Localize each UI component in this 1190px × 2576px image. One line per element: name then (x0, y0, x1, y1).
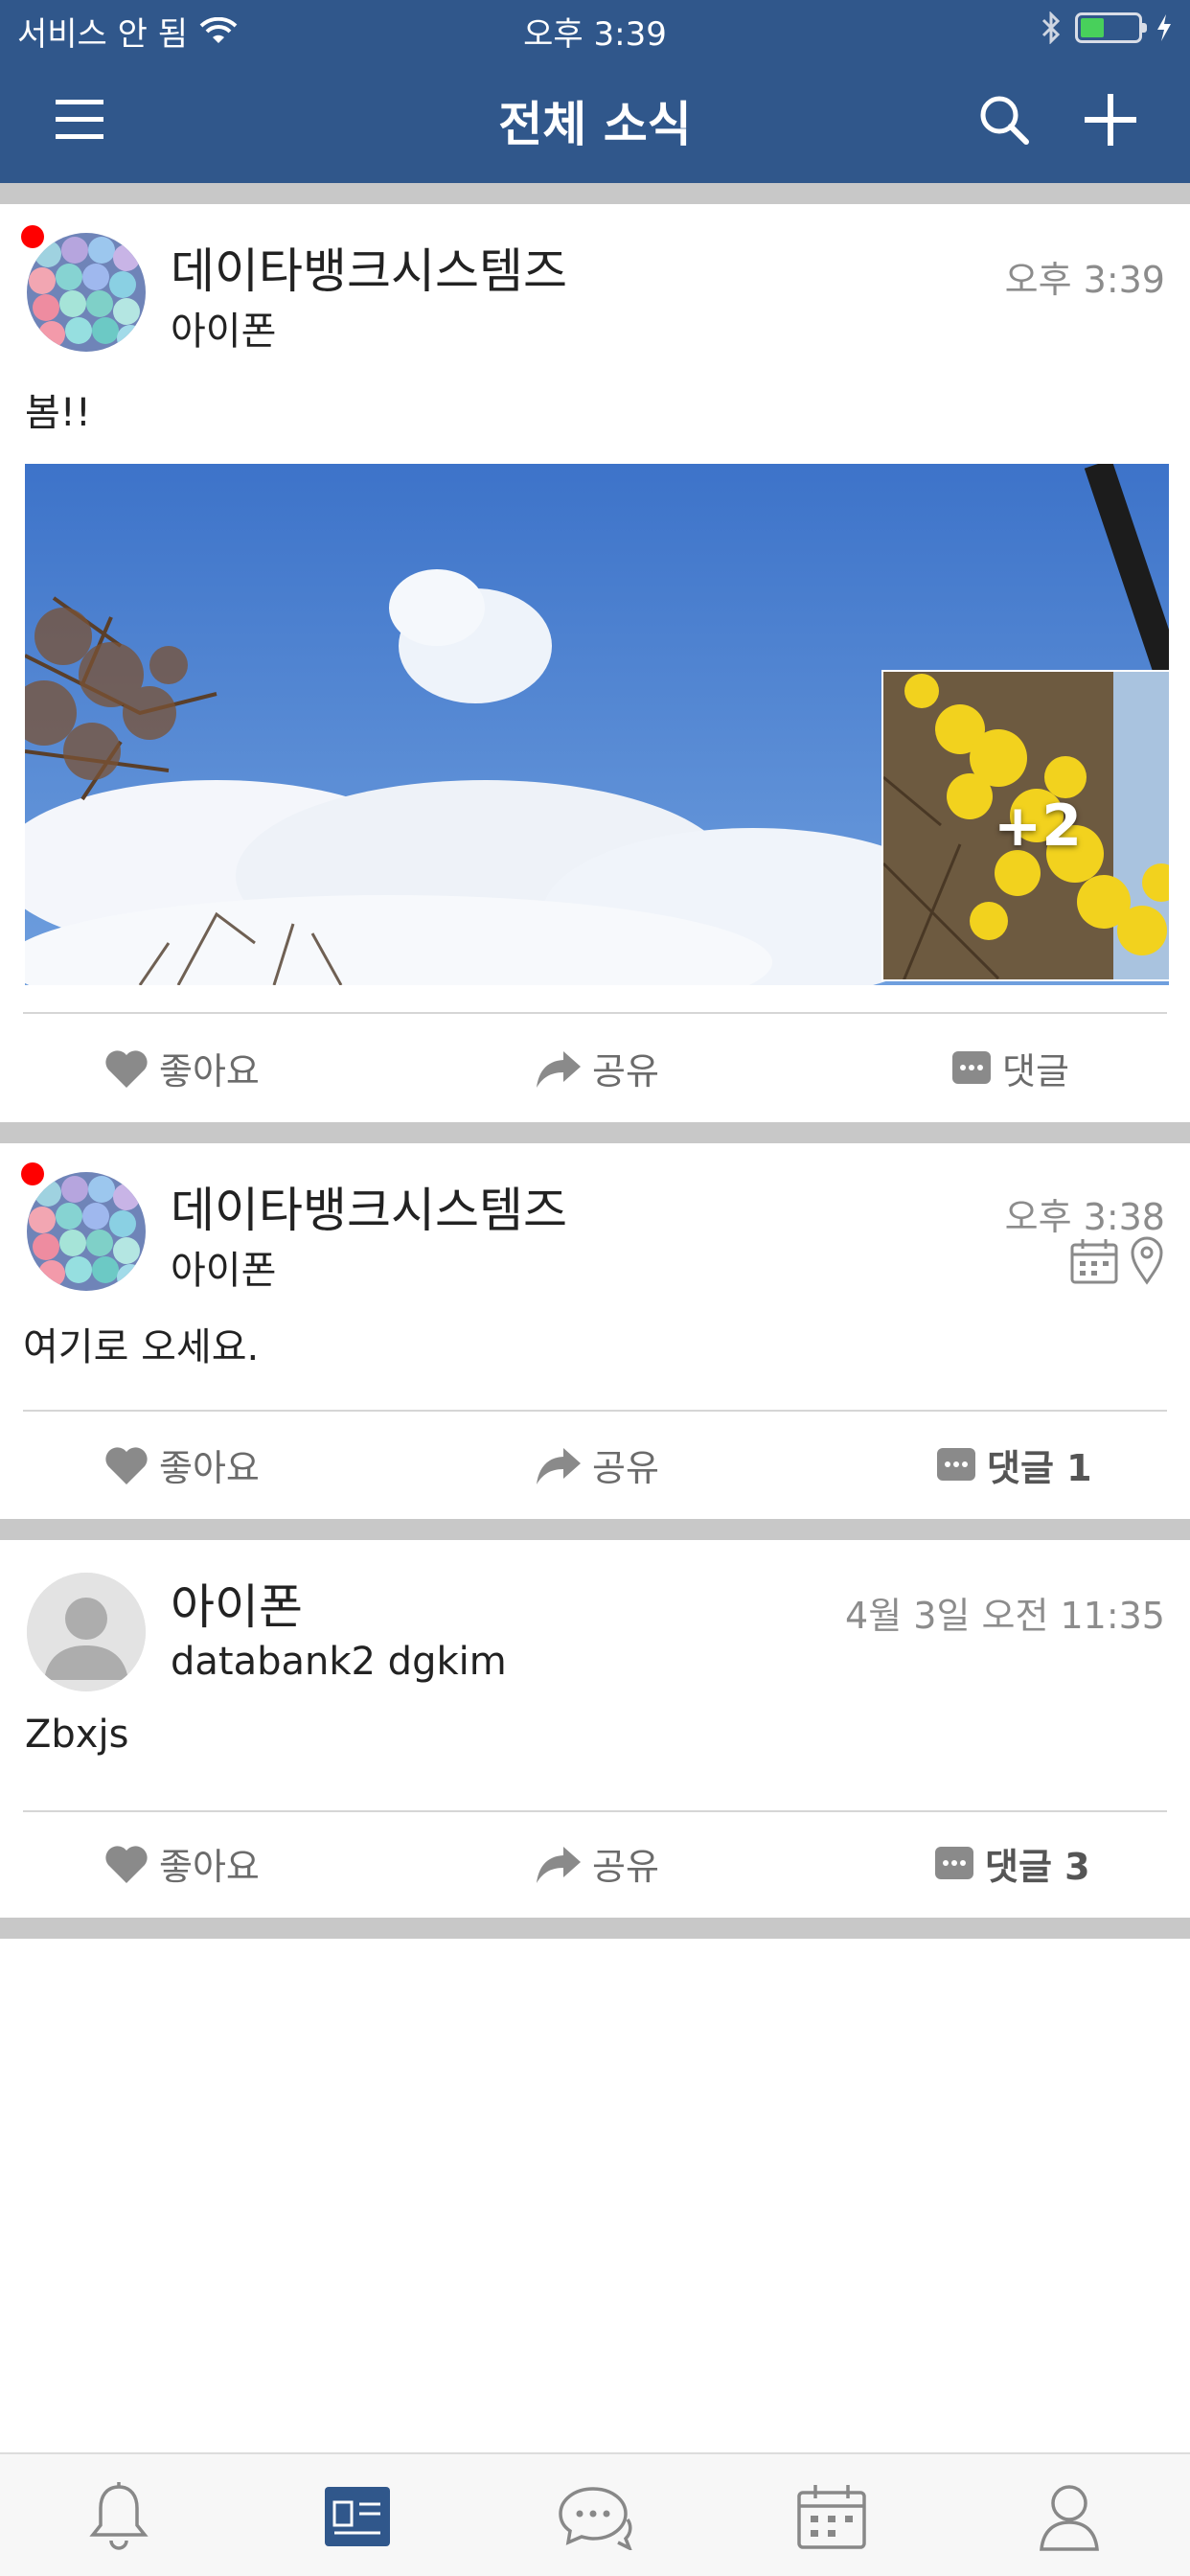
feed-separator (0, 1918, 1190, 1939)
location-pin-icon (1131, 1236, 1163, 1285)
post-card: 아이폰 databank2 dgkim 4월 3일 오전 11:35 Zbxjs… (0, 1540, 1190, 1918)
tab-profile[interactable] (1026, 2473, 1112, 2560)
like-button[interactable]: 좋아요 (103, 1837, 260, 1890)
post-time: 4월 3일 오전 11:35 (845, 1595, 1165, 1637)
post-card: 데이타뱅크시스템즈 아이폰 오후 3:38 여기로 오세요. 좋아요 공유 댓글… (0, 1143, 1190, 1519)
more-photos-thumb[interactable]: +2 (881, 670, 1169, 981)
status-bar: 서비스 안 됨 오후 3:39 (0, 0, 1190, 59)
heart-icon (105, 1049, 148, 1088)
comment-button[interactable]: 댓글 (950, 1042, 1069, 1094)
like-label: 좋아요 (159, 1846, 260, 1888)
share-button[interactable]: 공유 (535, 1438, 659, 1491)
chat-icon (559, 2487, 632, 2550)
share-icon (537, 1050, 581, 1088)
share-label: 공유 (592, 1447, 659, 1489)
author-source: databank2 dgkim (171, 1640, 507, 1684)
feed-separator (0, 1519, 1190, 1540)
tab-notifications[interactable] (76, 2473, 162, 2560)
post-time: 오후 3:38 (1004, 1196, 1165, 1238)
avatar-image (27, 233, 146, 352)
share-label: 공유 (592, 1050, 659, 1092)
author-name[interactable]: 아이폰 (171, 1569, 303, 1638)
comment-label: 댓글 3 (985, 1846, 1090, 1888)
author-source: 아이폰 (171, 310, 277, 354)
status-right (1041, 12, 1173, 44)
default-avatar-icon (27, 1573, 146, 1691)
post-card: 데이타뱅크시스템즈 아이폰 오후 3:39 봄!! +2 좋아요 공유 댓글 (0, 204, 1190, 1122)
share-icon (537, 1447, 581, 1484)
comment-button[interactable]: 댓글 3 (933, 1837, 1090, 1890)
bell-icon (89, 2482, 149, 2550)
tab-calendar[interactable] (789, 2473, 875, 2560)
post-time: 오후 3:39 (1004, 259, 1165, 301)
tab-newsfeed[interactable] (314, 2473, 400, 2560)
divider (23, 1810, 1167, 1812)
like-button[interactable]: 좋아요 (103, 1042, 260, 1094)
like-label: 좋아요 (159, 1447, 260, 1489)
charging-icon (1157, 14, 1171, 41)
post-body: Zbxjs (25, 1713, 129, 1757)
avatar[interactable] (27, 233, 146, 352)
calendar-icon (797, 2485, 866, 2549)
post-body: 봄!! (25, 391, 91, 435)
top-bar: 서비스 안 됨 오후 3:39 전체 소식 (0, 0, 1190, 183)
post-body: 여기로 오세요. (23, 1325, 260, 1369)
bluetooth-icon (1041, 12, 1061, 44)
tab-bar (0, 2452, 1190, 2576)
comment-label: 댓글 1 (987, 1447, 1092, 1489)
like-label: 좋아요 (159, 1050, 260, 1092)
like-button[interactable]: 좋아요 (103, 1438, 260, 1491)
add-post-icon[interactable] (1079, 88, 1142, 151)
share-button[interactable]: 공유 (535, 1837, 659, 1890)
author-name[interactable]: 데이타뱅크시스템즈 (171, 233, 567, 302)
comment-icon (952, 1050, 991, 1084)
post-photo[interactable]: +2 (25, 464, 1169, 985)
calendar-icon (1070, 1239, 1118, 1284)
battery-icon (1075, 12, 1147, 43)
heart-icon (105, 1446, 148, 1484)
unread-dot (21, 225, 44, 248)
comment-icon (937, 1447, 975, 1481)
unread-dot (21, 1162, 44, 1185)
avatar-image (27, 1172, 146, 1291)
tab-chat[interactable] (552, 2473, 638, 2560)
avatar[interactable] (27, 1573, 146, 1691)
profile-icon (1040, 2485, 1099, 2551)
divider (23, 1410, 1167, 1412)
author-source: 아이폰 (171, 1249, 277, 1293)
comment-button[interactable]: 댓글 1 (935, 1438, 1092, 1491)
share-label: 공유 (592, 1846, 659, 1888)
divider (23, 1012, 1167, 1014)
share-icon (537, 1846, 581, 1883)
avatar[interactable] (27, 1172, 146, 1291)
status-time: 오후 3:39 (523, 15, 667, 54)
share-button[interactable]: 공유 (535, 1042, 659, 1094)
newsfeed-icon (325, 2487, 390, 2546)
feed-separator (0, 183, 1190, 204)
feed-separator (0, 1122, 1190, 1143)
more-photos-count: +2 (993, 792, 1083, 860)
comment-label: 댓글 (1002, 1050, 1069, 1092)
comment-icon (935, 1846, 973, 1879)
heart-icon (105, 1845, 148, 1883)
author-name[interactable]: 데이타뱅크시스템즈 (171, 1172, 567, 1241)
search-icon[interactable] (973, 88, 1036, 151)
